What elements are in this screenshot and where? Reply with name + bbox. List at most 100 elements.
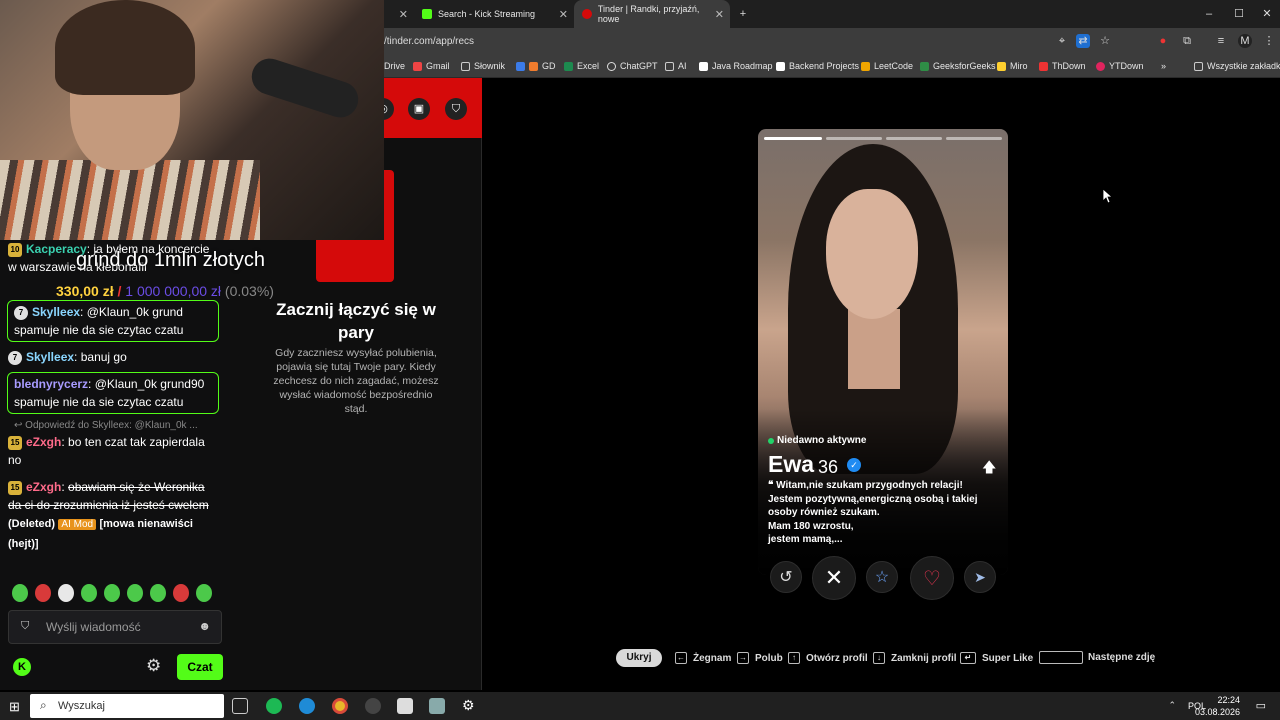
roadmap-icon bbox=[699, 61, 708, 71]
task-view-icon[interactable] bbox=[232, 698, 248, 714]
boost-button[interactable]: ➤ bbox=[964, 561, 996, 593]
emote-icon[interactable] bbox=[35, 584, 51, 602]
bookmark-thdown[interactable]: ThDown bbox=[1039, 61, 1086, 71]
tab-label: Tinder | Randki, przyjaźń, nowe bbox=[597, 4, 700, 24]
emote-icon[interactable] bbox=[127, 584, 143, 602]
extensions-puzzle-icon[interactable]: ⧉ bbox=[1180, 34, 1194, 48]
hint-close-profile: ↓ Zamknij profil bbox=[873, 652, 957, 664]
maximize-icon[interactable]: ☐ bbox=[1232, 7, 1246, 21]
profile-card[interactable]: Niedawno aktywne Ewa 36 ✓ 🡅 ❝ Witam,nie … bbox=[758, 129, 1008, 575]
app-icon[interactable] bbox=[429, 698, 445, 714]
menu-icon[interactable]: ⋮ bbox=[1262, 34, 1276, 48]
close-icon[interactable]: ✕ bbox=[559, 8, 568, 21]
settings-icon[interactable]: ⚙ bbox=[462, 697, 475, 714]
tab-tinder[interactable]: Tinder | Randki, przyjaźń, nowe ✕ bbox=[574, 0, 730, 28]
emoji-icon[interactable]: ☻ bbox=[198, 619, 211, 633]
kick-logo-icon[interactable]: K bbox=[13, 658, 31, 676]
bookmark-gmail[interactable]: Gmail bbox=[413, 61, 450, 71]
chat-username[interactable]: eZxgh bbox=[26, 435, 61, 449]
location-icon[interactable]: ⌖ bbox=[1055, 34, 1069, 48]
bookmark-gd[interactable]: GD bbox=[516, 61, 556, 71]
stream-chat: 10 Kacperacy: ja byłem na koncercie w war… bbox=[0, 240, 230, 690]
tray-chevron-icon[interactable]: ⌃ bbox=[1168, 700, 1176, 711]
minimize-icon[interactable]: – bbox=[1202, 7, 1216, 21]
bookmark-geeksforgeeks[interactable]: GeeksforGeeks bbox=[920, 61, 996, 71]
chat-message: 7 Skylleex: banuj go bbox=[8, 348, 220, 366]
emote-icon[interactable] bbox=[150, 584, 166, 602]
emote-icon[interactable] bbox=[173, 584, 189, 602]
more-bookmarks-icon[interactable]: » bbox=[1161, 61, 1166, 71]
emote-icon[interactable] bbox=[58, 584, 74, 602]
chrome-icon[interactable] bbox=[332, 698, 348, 714]
bookmark-chatgpt[interactable]: ChatGPT bbox=[607, 61, 658, 71]
bookmark-ai[interactable]: AI bbox=[665, 61, 687, 71]
shield-icon[interactable]: ⛉ bbox=[445, 98, 467, 120]
new-tab-icon[interactable]: + bbox=[736, 7, 750, 21]
close-icon[interactable]: ✕ bbox=[715, 8, 724, 21]
clock[interactable]: 22:24 03.08.2026 bbox=[1195, 694, 1240, 718]
extension-icon[interactable]: ● bbox=[1156, 34, 1170, 48]
tinder-header bbox=[382, 78, 482, 138]
profile-avatar[interactable]: M bbox=[1238, 34, 1252, 48]
heart-icon bbox=[529, 61, 538, 71]
obs-icon[interactable] bbox=[365, 698, 381, 714]
open-profile-arrow-icon[interactable]: 🡅 bbox=[982, 457, 996, 481]
emote-icon[interactable] bbox=[12, 584, 28, 602]
bookmark-miro[interactable]: Miro bbox=[997, 61, 1028, 71]
close-icon: ✕ bbox=[824, 565, 844, 590]
photo-indicator bbox=[826, 137, 882, 140]
tab-partial[interactable]: ✕ bbox=[384, 0, 414, 28]
bookmark-star-icon[interactable]: ☆ bbox=[1098, 34, 1112, 48]
gear-icon[interactable]: ⚙ bbox=[146, 656, 161, 676]
bookmark-ytdown[interactable]: YTDown bbox=[1096, 61, 1144, 71]
like-button[interactable]: ♡ bbox=[910, 556, 954, 600]
send-chat-button[interactable]: Czat bbox=[177, 654, 223, 680]
bookmark-excel[interactable]: Excel bbox=[564, 61, 599, 71]
close-icon[interactable]: ✕ bbox=[399, 8, 408, 21]
chat-message-deleted: 15 eZxgh: obawiam się że Weronika da ci d… bbox=[8, 480, 209, 550]
send-icon: ➤ bbox=[974, 568, 986, 585]
window-close-icon[interactable]: ✕ bbox=[1260, 7, 1274, 21]
nope-button[interactable]: ✕ bbox=[812, 556, 856, 600]
active-status-dot bbox=[768, 438, 774, 444]
notification-icon[interactable]: ▭ bbox=[1256, 699, 1266, 712]
emote-icon[interactable] bbox=[81, 584, 97, 602]
webcam-overlay bbox=[0, 0, 384, 240]
bookmark-all[interactable]: Wszystkie zakładki bbox=[1194, 61, 1280, 71]
spotify-icon[interactable] bbox=[266, 698, 282, 714]
edge-icon[interactable] bbox=[299, 698, 315, 714]
briefcase-icon[interactable]: ▣ bbox=[408, 98, 430, 120]
goal-progress: 330,00 zł / 1 000 000,00 zł (0.03%) bbox=[56, 283, 274, 299]
hint-like: → Polub bbox=[737, 652, 783, 664]
chat-username[interactable]: eZxgh bbox=[26, 480, 61, 494]
chat-input[interactable]: ⛉ Wyślij wiadomość ☻ bbox=[8, 610, 222, 644]
thdown-icon bbox=[1039, 61, 1048, 71]
ytdown-icon bbox=[1096, 61, 1105, 71]
reading-list-icon[interactable]: ≡ bbox=[1214, 34, 1228, 48]
url-field[interactable]: /tinder.com/app/recs bbox=[384, 36, 474, 47]
chat-username[interactable]: Skylleex bbox=[26, 350, 74, 364]
chat-username[interactable]: Skylleex bbox=[32, 305, 80, 319]
emote-icon[interactable] bbox=[104, 584, 120, 602]
chat-username[interactable]: blednyrycerz bbox=[14, 377, 88, 391]
chat-message: 7 Skylleex: @Klaun_0k grund spamuje nie d… bbox=[7, 300, 219, 342]
bookmark-slownik[interactable]: Słownik bbox=[461, 61, 505, 71]
left-arrow-key-icon: ← bbox=[675, 652, 687, 664]
taskbar-search[interactable]: ⌕ Wyszukaj bbox=[30, 694, 224, 718]
translate-icon[interactable]: ⇄ bbox=[1076, 34, 1090, 48]
rewind-button[interactable]: ↺ bbox=[770, 561, 802, 593]
doc-icon bbox=[516, 61, 525, 71]
folder-icon bbox=[461, 61, 470, 71]
windows-start-icon[interactable]: ⊞ bbox=[9, 699, 20, 715]
miro-icon bbox=[997, 61, 1006, 71]
app-icon[interactable] bbox=[397, 698, 413, 714]
emote-icon[interactable] bbox=[196, 584, 212, 602]
hide-hints-button[interactable]: Ukryj bbox=[616, 649, 662, 667]
super-like-button[interactable]: ☆ bbox=[866, 561, 898, 593]
heart-icon: ♡ bbox=[923, 567, 941, 590]
tab-kick[interactable]: Search - Kick Streaming ✕ bbox=[414, 0, 574, 28]
bookmark-drive[interactable]: Drive bbox=[384, 61, 405, 71]
bookmark-java-roadmap[interactable]: Java Roadmap bbox=[699, 61, 773, 71]
bookmark-backend-projects[interactable]: Backend Projects bbox=[776, 61, 859, 71]
bookmark-leetcode[interactable]: LeetCode bbox=[861, 61, 913, 71]
